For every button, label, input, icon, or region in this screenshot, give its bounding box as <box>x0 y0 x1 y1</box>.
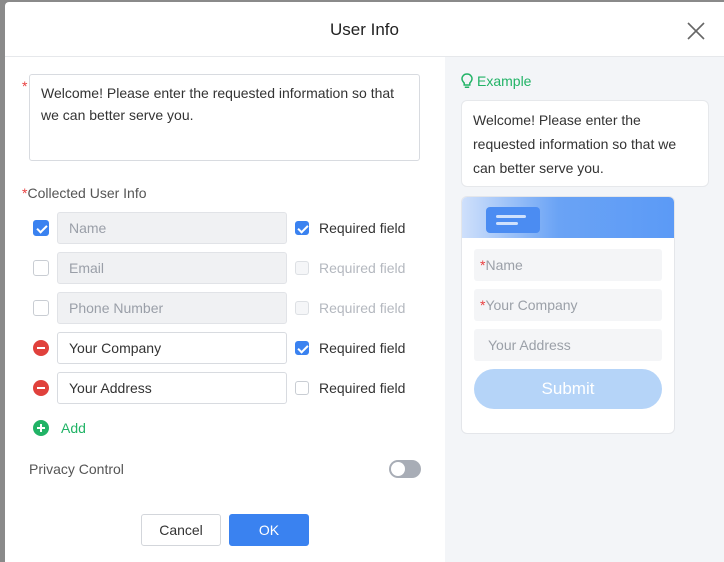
required-field-label: Required field <box>319 340 406 356</box>
example-form-field: *Your Company <box>474 289 662 321</box>
form-card-header <box>462 197 674 238</box>
example-heading: Example <box>477 73 532 89</box>
required-field-checkbox[interactable]: Required field <box>295 340 405 356</box>
settings-panel: * *Collected User Info Required field Req… <box>5 57 445 562</box>
form-header-icon <box>486 207 540 233</box>
example-field-label: Name <box>485 257 523 273</box>
field-row: Required field <box>5 212 445 244</box>
required-field-checkbox[interactable]: Required field <box>295 220 405 236</box>
checkbox-icon <box>295 341 309 355</box>
plus-circle-icon <box>33 420 49 436</box>
required-field-label: Required field <box>319 260 406 276</box>
cancel-button[interactable]: Cancel <box>141 514 221 546</box>
checkbox-icon <box>33 300 49 316</box>
close-icon <box>687 22 705 40</box>
required-field-label: Required field <box>319 220 406 236</box>
dialog-header: User Info <box>5 2 724 57</box>
example-field-label: Your Address <box>488 337 571 353</box>
minus-circle-icon <box>33 340 49 356</box>
checkbox-icon <box>295 221 309 235</box>
add-label: Add <box>61 420 86 436</box>
checkbox-icon <box>33 260 49 276</box>
example-form-field: *Name <box>474 249 662 281</box>
field-name-input[interactable] <box>57 332 287 364</box>
field-row: Required field <box>5 332 445 364</box>
minus-circle-icon <box>33 380 49 396</box>
checkbox-icon <box>295 381 309 395</box>
field-name-input <box>57 252 287 284</box>
privacy-control-label: Privacy Control <box>29 461 124 477</box>
required-field-checkbox: Required field <box>295 260 405 276</box>
checkbox-icon <box>295 301 309 315</box>
checkbox-icon <box>33 220 49 236</box>
collected-user-info-label: *Collected User Info <box>22 185 147 201</box>
select-field-checkbox[interactable] <box>33 260 49 276</box>
required-field-label: Required field <box>319 300 406 316</box>
lightbulb-icon <box>461 73 473 89</box>
field-row: Required field <box>5 252 445 284</box>
dialog-title: User Info <box>330 20 399 39</box>
remove-field-button[interactable] <box>33 340 49 356</box>
close-button[interactable] <box>685 20 707 42</box>
required-asterisk: * <box>22 78 28 94</box>
remove-field-button[interactable] <box>33 380 49 396</box>
example-header: Example <box>461 73 531 89</box>
checkbox-icon <box>295 261 309 275</box>
field-name-input <box>57 292 287 324</box>
field-name-input[interactable] <box>57 372 287 404</box>
field-row: Required field <box>5 372 445 404</box>
field-row: Required field <box>5 292 445 324</box>
field-name-input <box>57 212 287 244</box>
example-message-bubble: Welcome! Please enter the requested info… <box>461 100 709 187</box>
select-field-checkbox[interactable] <box>33 300 49 316</box>
add-field-button[interactable]: Add <box>33 420 86 436</box>
example-panel: Example Welcome! Please enter the reques… <box>445 57 724 562</box>
user-info-dialog: User Info * *Collected User Info Require… <box>5 2 724 562</box>
ok-button[interactable]: OK <box>229 514 309 546</box>
select-field-checkbox[interactable] <box>33 220 49 236</box>
required-field-checkbox[interactable]: Required field <box>295 380 405 396</box>
toggle-knob <box>391 462 405 476</box>
example-field-label: Your Company <box>485 297 578 313</box>
example-submit-button: Submit <box>474 369 662 409</box>
example-form-field: Your Address <box>474 329 662 361</box>
privacy-control-toggle[interactable] <box>389 460 421 478</box>
welcome-message-input[interactable] <box>29 74 420 161</box>
example-form-card: *Name *Your Company Your Address Submit <box>461 196 675 434</box>
required-field-label: Required field <box>319 380 406 396</box>
required-field-checkbox: Required field <box>295 300 405 316</box>
